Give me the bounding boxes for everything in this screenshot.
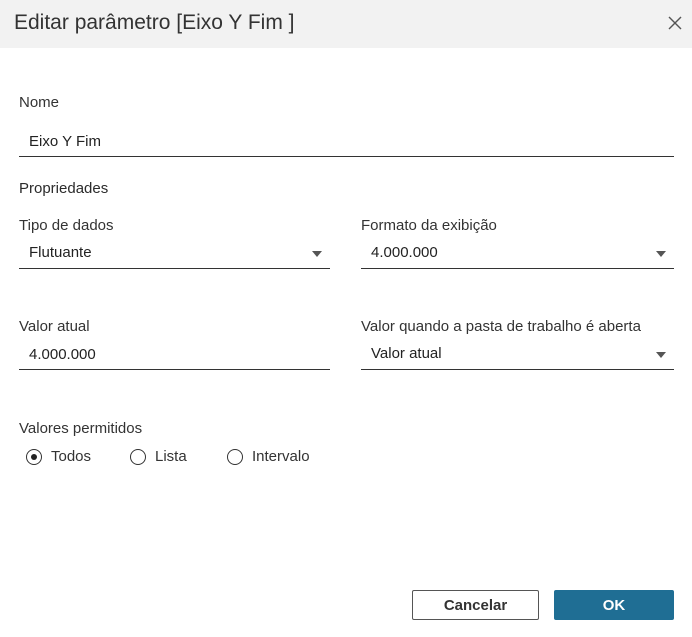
name-label: Nome: [19, 94, 60, 111]
chevron-down-icon: [312, 251, 322, 257]
data-type-value: Flutuante: [29, 244, 92, 261]
chevron-down-icon: [656, 352, 666, 358]
radio-dot: [31, 454, 37, 460]
display-format-label: Formato da exibição: [361, 217, 497, 234]
name-field[interactable]: [19, 127, 674, 157]
cancel-button[interactable]: Cancelar: [412, 590, 539, 620]
close-icon: [668, 16, 682, 30]
radio-button-unchecked[interactable]: [130, 449, 146, 465]
dialog-title: Editar parâmetro [Eixo Y Fim ]: [14, 11, 295, 34]
data-type-select[interactable]: Flutuante: [19, 239, 330, 269]
display-format-value: 4.000.000: [371, 244, 438, 261]
display-format-select[interactable]: 4.000.000: [361, 239, 674, 269]
chevron-down-icon: [656, 251, 666, 257]
value-on-open-value: Valor atual: [371, 345, 442, 362]
allowed-values-label: Valores permitidos: [19, 420, 143, 437]
current-value-field[interactable]: [19, 340, 330, 370]
data-type-label: Tipo de dados: [19, 217, 114, 234]
close-button[interactable]: [666, 14, 684, 32]
dialog-title-bar: Editar parâmetro [Eixo Y Fim ]: [0, 0, 692, 48]
value-on-open-select[interactable]: Valor atual: [361, 340, 674, 370]
radio-label-intervalo: Intervalo: [252, 448, 310, 465]
ok-button[interactable]: OK: [554, 590, 674, 620]
radio-label-lista: Lista: [155, 448, 187, 465]
radio-button-checked[interactable]: [26, 449, 42, 465]
current-value-label: Valor atual: [19, 318, 90, 335]
current-value-input[interactable]: [19, 340, 330, 368]
value-on-open-label: Valor quando a pasta de trabalho é abert…: [361, 318, 641, 335]
name-input[interactable]: [19, 127, 674, 155]
radio-button-unchecked[interactable]: [227, 449, 243, 465]
radio-label-todos: Todos: [51, 448, 92, 465]
properties-label: Propriedades: [19, 180, 109, 197]
